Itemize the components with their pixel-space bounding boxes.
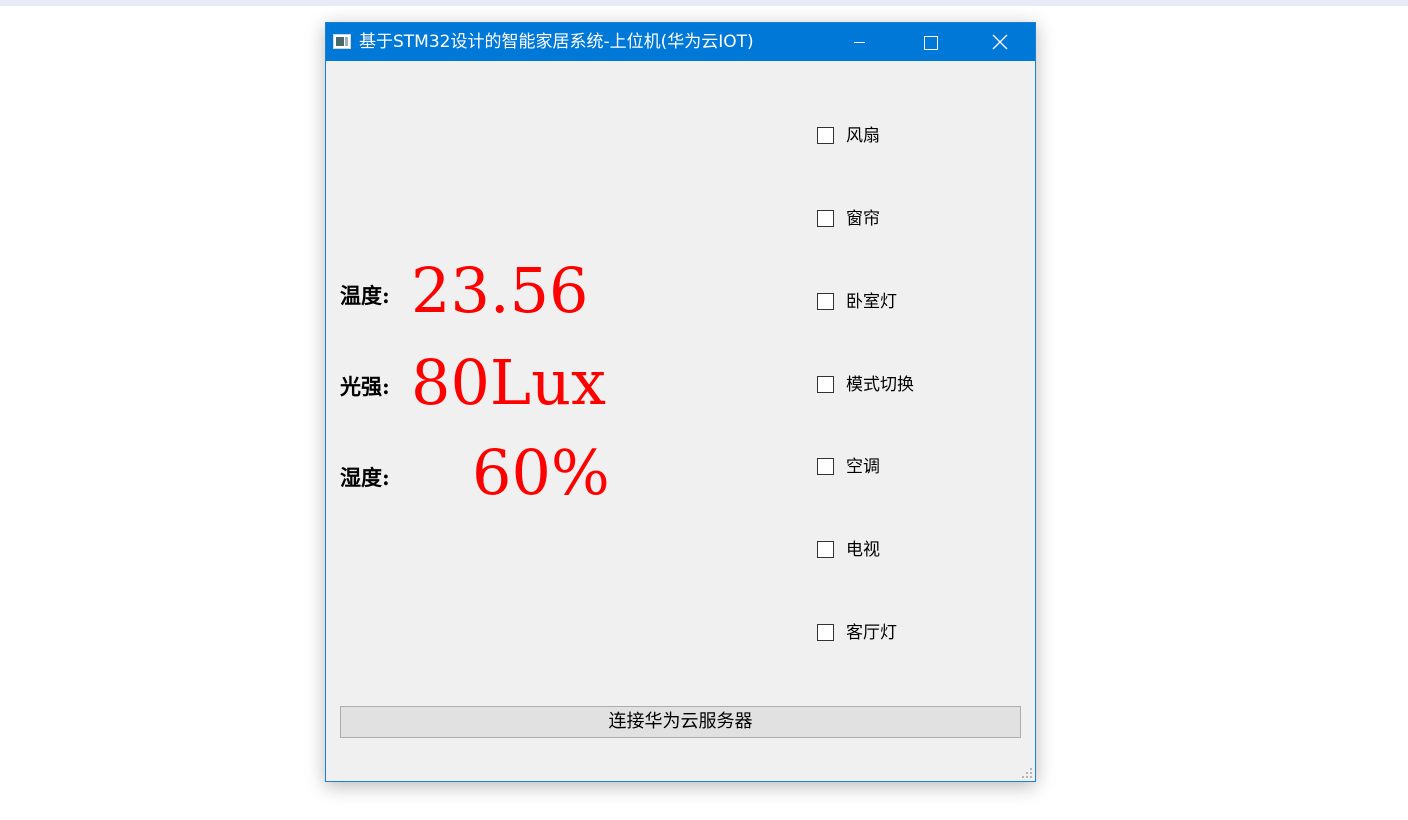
window-title: 基于STM32设计的智能家居系统-上位机(华为云IOT) (359, 32, 754, 52)
checkbox-label: 电视 (846, 540, 880, 560)
checkbox-box[interactable] (817, 541, 834, 558)
checkbox-box[interactable] (817, 127, 834, 144)
humidity-label: 湿度: (340, 465, 390, 490)
size-grip-icon[interactable] (1021, 767, 1033, 779)
checkbox-box[interactable] (817, 376, 834, 393)
temperature-value: 23.56 (411, 254, 589, 327)
close-button[interactable] (965, 23, 1035, 61)
checkbox-box[interactable] (817, 210, 834, 227)
checkbox-box[interactable] (817, 624, 834, 641)
minimize-button[interactable] (826, 23, 896, 61)
title-bar[interactable]: 基于STM32设计的智能家居系统-上位机(华为云IOT) (326, 23, 1035, 61)
maximize-icon (924, 36, 938, 50)
maximize-button[interactable] (896, 23, 966, 61)
temperature-label: 温度: (340, 283, 390, 308)
app-window: 基于STM32设计的智能家居系统-上位机(华为云IOT) 温度: 23.56 光… (325, 22, 1036, 782)
checkbox-box[interactable] (817, 293, 834, 310)
app-window-icon (333, 34, 351, 49)
close-icon (992, 34, 1008, 50)
checkbox-label: 风扇 (846, 126, 880, 146)
checkbox-label: 空调 (846, 457, 880, 477)
checkbox-label: 客厅灯 (846, 623, 897, 643)
humidity-value: 60% (472, 436, 610, 509)
connect-cloud-button[interactable]: 连接华为云服务器 (340, 706, 1021, 738)
light-value: 80Lux (411, 346, 606, 419)
checkbox-label: 窗帘 (846, 209, 880, 229)
checkbox-label: 卧室灯 (846, 292, 897, 312)
minimize-icon (854, 42, 865, 43)
checkbox-box[interactable] (817, 458, 834, 475)
checkbox-label: 模式切换 (846, 375, 914, 395)
light-label: 光强: (340, 374, 390, 399)
top-strip (0, 0, 1408, 6)
